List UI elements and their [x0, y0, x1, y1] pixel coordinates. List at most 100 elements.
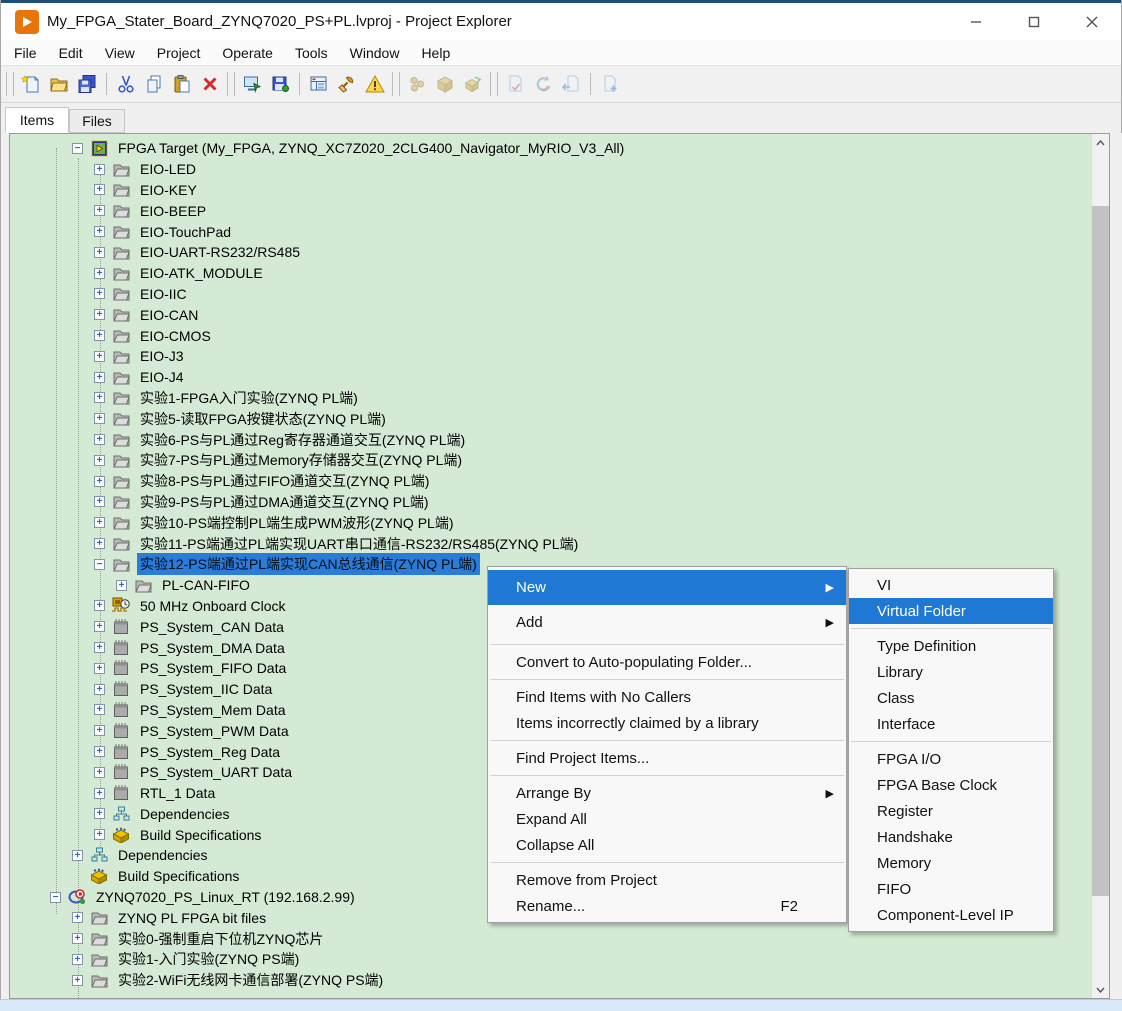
expand-plus-icon[interactable]: + — [94, 662, 105, 674]
expand-plus-icon[interactable]: + — [94, 621, 105, 633]
tree-item-eio-atk-module[interactable]: + EIO-ATK_MODULE — [10, 263, 1090, 284]
warning-icon[interactable] — [362, 71, 388, 97]
paste-icon[interactable] — [169, 71, 195, 97]
menu-item-vi[interactable]: VI — [849, 572, 1053, 598]
tab-files[interactable]: Files — [69, 109, 125, 133]
tree-item-2-wifi-zynq-ps[interactable]: + 实验2-WiFi无线网卡通信部署(ZYNQ PS端) — [10, 970, 1090, 991]
expand-plus-icon[interactable]: + — [94, 496, 105, 508]
menu-item-type-definition[interactable]: Type Definition — [849, 633, 1053, 659]
tree-item-eio-key[interactable]: + EIO-KEY — [10, 180, 1090, 201]
tree-item-6-ps-pl-reg-zynq-pl[interactable]: + 实验6-PS与PL通过Reg寄存器通道交互(ZYNQ PL端) — [10, 429, 1090, 450]
menu-item-handshake[interactable]: Handshake — [849, 824, 1053, 850]
new-vi-icon[interactable] — [18, 71, 44, 97]
tree-item-eio-cmos[interactable]: + EIO-CMOS — [10, 325, 1090, 346]
expand-plus-icon[interactable]: + — [94, 766, 105, 778]
menu-item-find-project-items[interactable]: Find Project Items... — [488, 745, 846, 771]
expand-plus-icon[interactable]: + — [94, 288, 105, 300]
collapse-minus-icon[interactable]: − — [94, 558, 105, 570]
sc-get-icon[interactable] — [558, 71, 584, 97]
menu-item-find-items-with-no-callers[interactable]: Find Items with No Callers — [488, 684, 846, 710]
menu-item-rename[interactable]: Rename... F2 — [488, 893, 846, 919]
view-grid-icon[interactable] — [306, 71, 332, 97]
copy-icon[interactable] — [141, 71, 167, 97]
open-project-icon[interactable] — [46, 71, 72, 97]
menu-item-project[interactable]: Project — [146, 42, 212, 64]
tree-item-1-zynq-ps[interactable]: + 实验1-入门实验(ZYNQ PS端) — [10, 949, 1090, 970]
expand-plus-icon[interactable]: + — [94, 184, 105, 196]
expand-plus-icon[interactable]: + — [72, 953, 83, 965]
menu-item-convert-to-auto-populating-folder[interactable]: Convert to Auto-populating Folder... — [488, 649, 846, 675]
save-target-icon[interactable] — [267, 71, 293, 97]
expand-plus-icon[interactable]: + — [94, 683, 105, 695]
collapse-minus-icon[interactable]: − — [72, 142, 83, 154]
tree-item-eio-j3[interactable]: + EIO-J3 — [10, 346, 1090, 367]
menu-item-library[interactable]: Library — [849, 659, 1053, 685]
tab-items[interactable]: Items — [5, 107, 69, 133]
expand-plus-icon[interactable]: + — [94, 808, 105, 820]
expand-plus-icon[interactable]: + — [94, 787, 105, 799]
expand-plus-icon[interactable]: + — [94, 371, 105, 383]
expand-plus-icon[interactable]: + — [94, 205, 105, 217]
tree-item-eio-uart-rs232-rs485[interactable]: + EIO-UART-RS232/RS485 — [10, 242, 1090, 263]
expand-plus-icon[interactable]: + — [94, 246, 105, 258]
cut-icon[interactable] — [113, 71, 139, 97]
scroll-down-button[interactable] — [1092, 981, 1109, 998]
expand-plus-icon[interactable]: + — [94, 163, 105, 175]
menu-item-memory[interactable]: Memory — [849, 850, 1053, 876]
menu-item-class[interactable]: Class — [849, 685, 1053, 711]
expand-plus-icon[interactable]: + — [94, 350, 105, 362]
menu-item-fpga-base-clock[interactable]: FPGA Base Clock — [849, 772, 1053, 798]
horizontal-scroll-strip[interactable] — [0, 999, 1122, 1011]
expand-plus-icon[interactable]: + — [94, 600, 105, 612]
minimize-button[interactable] — [947, 3, 1005, 40]
expand-plus-icon[interactable]: + — [94, 746, 105, 757]
delete-icon[interactable] — [197, 71, 223, 97]
expand-plus-icon[interactable]: + — [94, 434, 105, 446]
menu-item-fifo[interactable]: FIFO — [849, 876, 1053, 902]
tree-item-eio-touchpad[interactable]: + EIO-TouchPad — [10, 221, 1090, 242]
menu-item-remove-from-project[interactable]: Remove from Project — [488, 867, 846, 893]
expand-plus-icon[interactable]: + — [94, 309, 105, 321]
expand-plus-icon[interactable]: + — [94, 517, 105, 529]
menu-item-help[interactable]: Help — [410, 42, 461, 64]
menu-item-add[interactable]: Add ▶ — [488, 605, 846, 640]
run-build-icon[interactable] — [460, 71, 486, 97]
tree-item-eio-beep[interactable]: + EIO-BEEP — [10, 200, 1090, 221]
menu-item-window[interactable]: Window — [339, 42, 411, 64]
expand-plus-icon[interactable]: + — [94, 392, 105, 404]
tools-icon[interactable] — [334, 71, 360, 97]
menu-item-arrange-by[interactable]: Arrange By ▶ — [488, 780, 846, 806]
expand-plus-icon[interactable]: + — [94, 538, 105, 550]
target-settings-icon[interactable] — [239, 71, 265, 97]
sc-undo-icon[interactable] — [530, 71, 556, 97]
maximize-button[interactable] — [1005, 3, 1063, 40]
expand-plus-icon[interactable]: + — [94, 829, 105, 841]
expand-plus-icon[interactable]: + — [94, 704, 105, 716]
expand-plus-icon[interactable]: + — [72, 912, 83, 924]
menu-item-edit[interactable]: Edit — [48, 42, 94, 64]
expand-plus-icon[interactable]: + — [72, 974, 83, 986]
menu-item-register[interactable]: Register — [849, 798, 1053, 824]
tree-item-5-fpga-zynq-pl[interactable]: + 实验5-读取FPGA按键状态(ZYNQ PL端) — [10, 408, 1090, 429]
tree-item-eio-iic[interactable]: + EIO-IIC — [10, 284, 1090, 305]
tree-item-9-ps-pl-dma-zynq-pl[interactable]: + 实验9-PS与PL通过DMA通道交互(ZYNQ PL端) — [10, 492, 1090, 513]
build-icon[interactable] — [404, 71, 430, 97]
expand-plus-icon[interactable]: + — [94, 725, 105, 737]
scroll-thumb[interactable] — [1092, 206, 1109, 896]
scroll-up-button[interactable] — [1092, 134, 1109, 151]
expand-plus-icon[interactable]: + — [72, 849, 83, 861]
menu-item-file[interactable]: File — [3, 42, 48, 64]
menu-item-items-incorrectly-claimed-by-a-library[interactable]: Items incorrectly claimed by a library — [488, 710, 846, 736]
menu-item-tools[interactable]: Tools — [284, 42, 339, 64]
expand-plus-icon[interactable]: + — [72, 933, 83, 945]
menu-item-virtual-folder[interactable]: Virtual Folder — [849, 598, 1053, 624]
tree-item-fpga-target-my-fpga-zynq-xc7z020-2clg400-navigator-myrio-v3-all[interactable]: − FPGA Target (My_FPGA, ZYNQ_XC7Z020_2CLG… — [10, 138, 1090, 159]
expand-plus-icon[interactable]: + — [94, 226, 105, 238]
save-all-icon[interactable] — [74, 71, 100, 97]
expand-plus-icon[interactable]: + — [94, 330, 105, 342]
tree-item-eio-can[interactable]: + EIO-CAN — [10, 304, 1090, 325]
tree-item-eio-led[interactable]: + EIO-LED — [10, 159, 1090, 180]
tree-item-1-fpga-zynq-pl[interactable]: + 实验1-FPGA入门实验(ZYNQ PL端) — [10, 388, 1090, 409]
close-button[interactable] — [1063, 3, 1121, 40]
expand-plus-icon[interactable]: + — [94, 454, 105, 466]
